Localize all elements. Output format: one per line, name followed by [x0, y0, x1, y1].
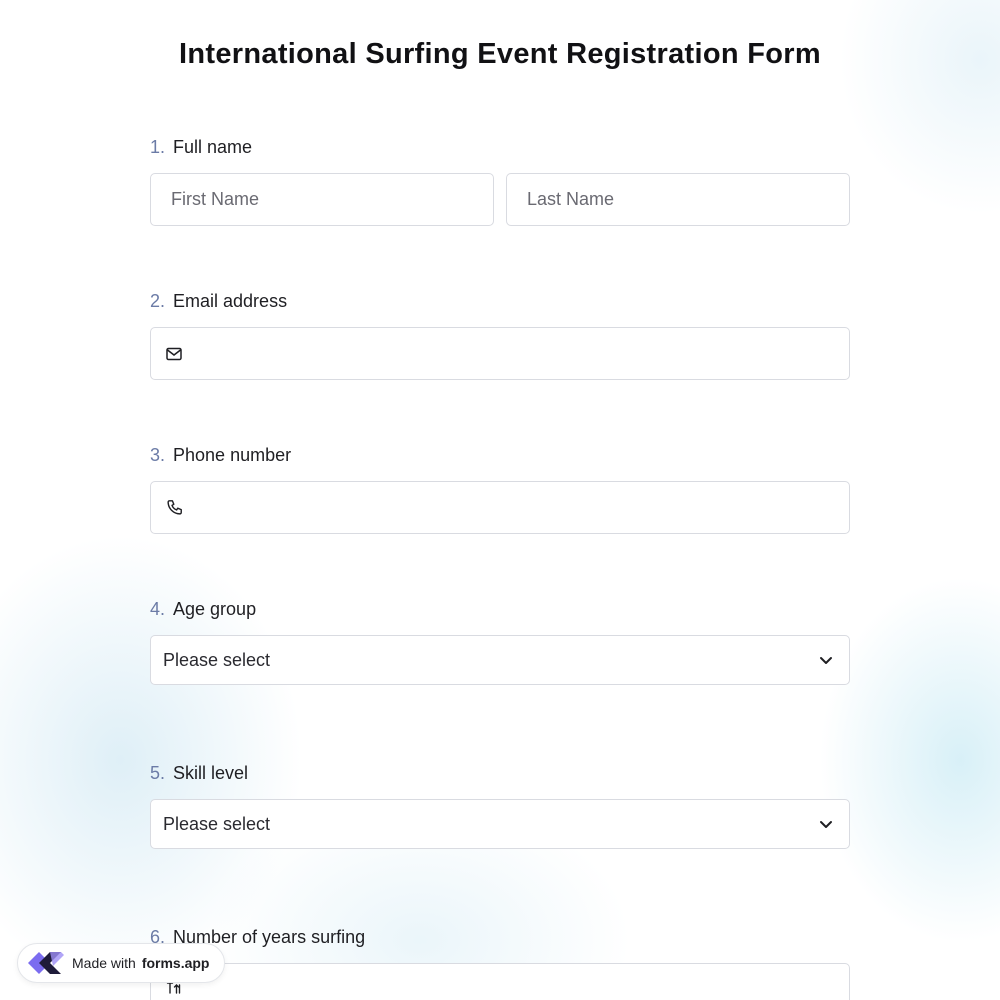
select-value: Please select: [163, 813, 271, 834]
skill-level-select[interactable]: Please select: [150, 799, 850, 849]
badge-brand: forms.app: [141, 955, 210, 971]
question-phone: 3. Phone number: [150, 443, 850, 534]
made-with-badge[interactable]: Made with forms.app: [17, 943, 225, 983]
question-number: 3.: [150, 445, 166, 465]
question-label: 3. Phone number: [150, 443, 850, 467]
question-text: Full name: [173, 137, 253, 157]
question-text: Phone number: [173, 445, 292, 465]
question-email: 2. Email address: [150, 289, 850, 380]
chevron-down-icon: [817, 651, 835, 669]
form-page: International Surfing Event Registration…: [0, 0, 1000, 1000]
last-name-placeholder: Last Name: [527, 189, 615, 209]
question-text: Age group: [173, 599, 257, 619]
question-label: 5. Skill level: [150, 761, 850, 785]
question-label: 1. Full name: [150, 135, 850, 159]
select-value: Please select: [163, 649, 271, 670]
form-title: International Surfing Event Registration…: [179, 38, 821, 70]
question-text: Email address: [173, 291, 288, 311]
question-number: 4.: [150, 599, 166, 619]
mail-icon: [165, 345, 183, 363]
question-age-group: 4. Age group Please select: [150, 597, 850, 685]
forms-app-logo-icon: [26, 946, 66, 980]
chevron-down-icon: [817, 815, 835, 833]
question-number: 1.: [150, 137, 166, 157]
question-label: 6. Number of years surfing: [150, 925, 850, 949]
phone-icon: [165, 499, 183, 517]
badge-prefix: Made with: [72, 955, 136, 971]
question-label: 4. Age group: [150, 597, 850, 621]
question-text: Skill level: [173, 763, 249, 783]
first-name-input[interactable]: First Name: [150, 173, 494, 226]
last-name-input[interactable]: Last Name: [506, 173, 850, 226]
email-input[interactable]: [150, 327, 850, 380]
question-number: 2.: [150, 291, 166, 311]
first-name-placeholder: First Name: [171, 189, 260, 209]
years-surfing-input[interactable]: [150, 963, 850, 1000]
full-name-row: First Name Last Name: [150, 173, 850, 226]
age-group-select[interactable]: Please select: [150, 635, 850, 685]
question-number: 5.: [150, 763, 166, 783]
question-full-name: 1. Full name First Name Last Name: [150, 135, 850, 226]
phone-input[interactable]: [150, 481, 850, 534]
question-label: 2. Email address: [150, 289, 850, 313]
question-skill-level: 5. Skill level Please select: [150, 761, 850, 849]
question-years-surfing: 6. Number of years surfing: [150, 925, 850, 1000]
